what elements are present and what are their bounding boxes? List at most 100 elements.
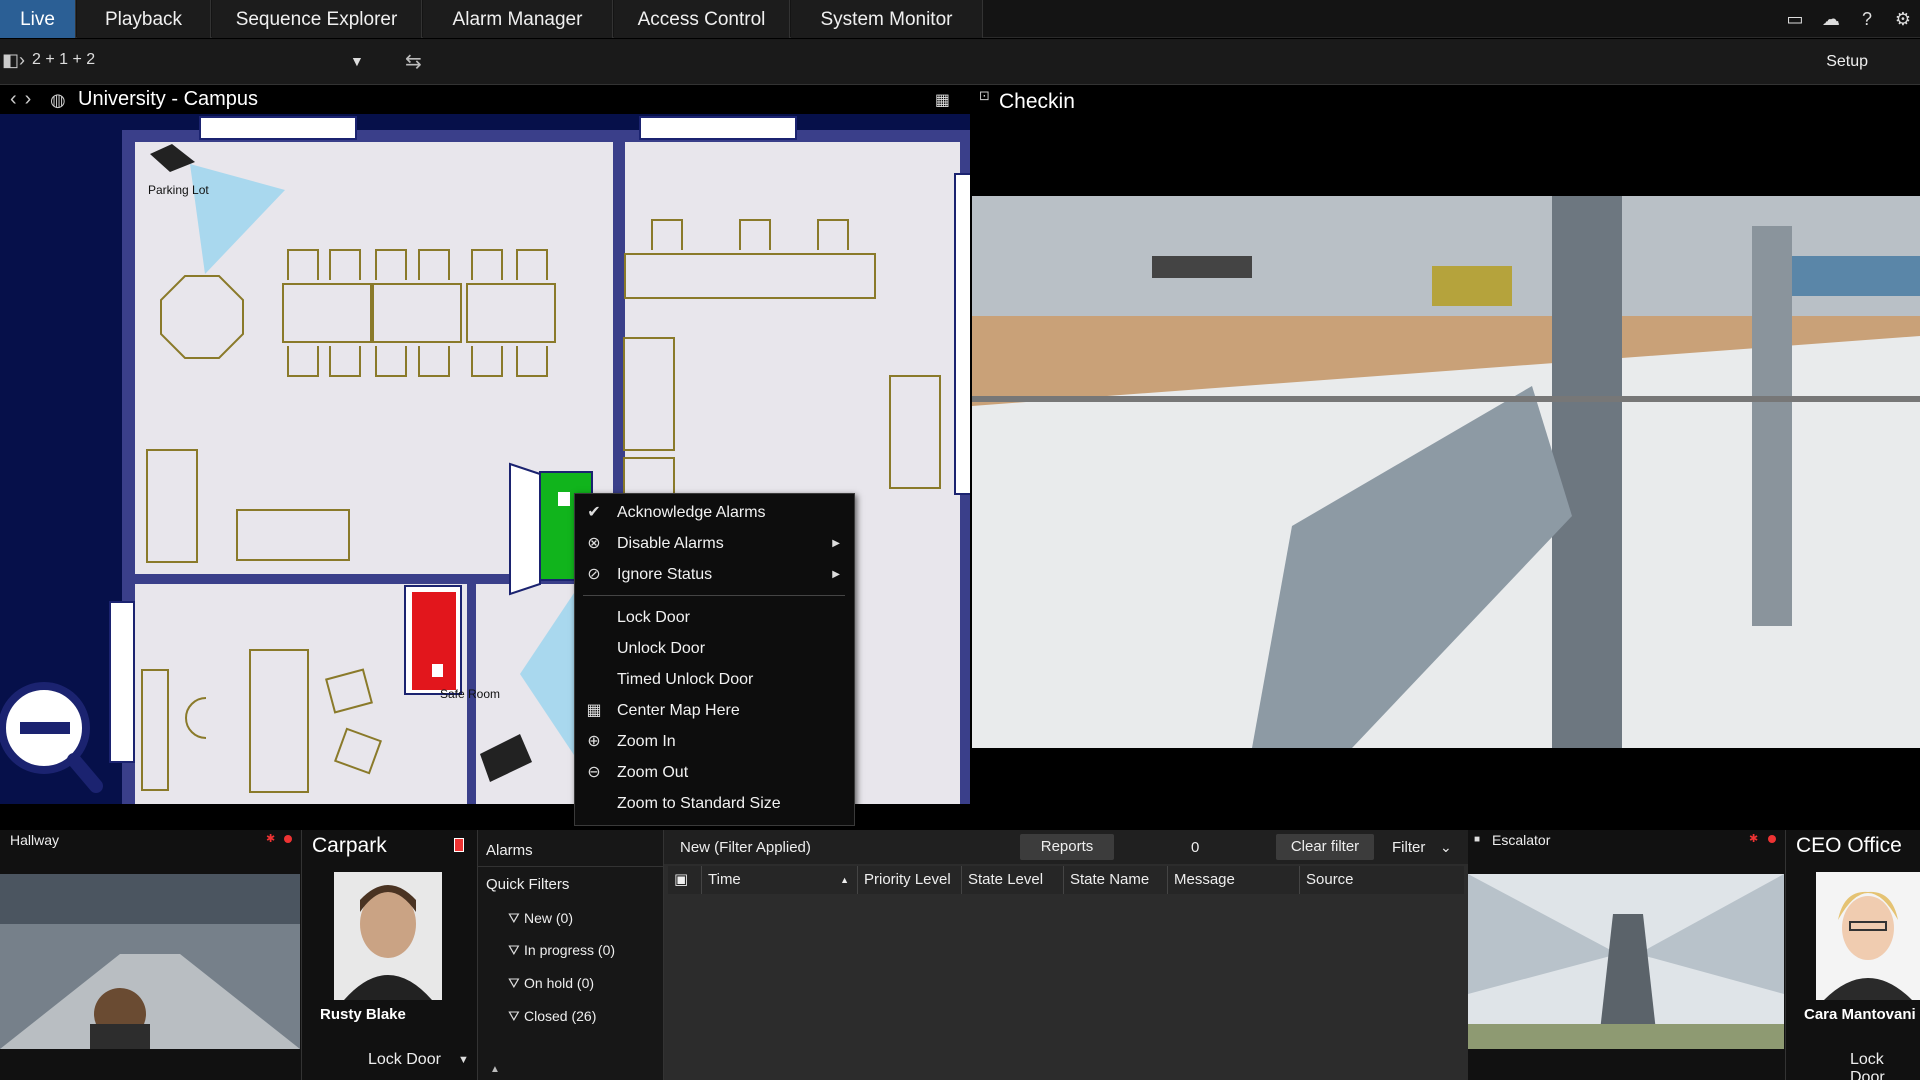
center-map-icon: ▦ xyxy=(586,702,602,719)
camera-tile-title: Hallway xyxy=(10,832,60,848)
view-toolbar: ◧› 2 + 1 + 2 ▼ ⇆ Setup xyxy=(0,39,1920,85)
window xyxy=(639,116,797,140)
expand-icon[interactable]: ⊡ xyxy=(979,88,990,104)
submenu-arrow-icon: ▶ xyxy=(832,569,840,580)
menu-item-label: Center Map Here xyxy=(617,702,740,719)
quick-filter-on-hold[interactable]: ⛛ On hold (0) xyxy=(508,975,594,992)
map-nav-arrows[interactable]: ‹› xyxy=(10,88,39,111)
column-message[interactable]: Message xyxy=(1168,866,1300,894)
quick-filter-label: New (0) xyxy=(524,910,574,926)
filter-icon: ⛛ xyxy=(508,975,520,991)
tab-live[interactable]: Live xyxy=(0,0,76,38)
column-state-name[interactable]: State Name xyxy=(1064,866,1168,894)
door-status-icon xyxy=(454,838,464,852)
gear-icon[interactable]: ⚙ xyxy=(1892,8,1914,30)
submenu-arrow-icon: ▶ xyxy=(832,538,840,549)
menu-item-label: Lock Door xyxy=(617,609,690,626)
window xyxy=(109,601,135,763)
chevron-down-icon[interactable]: ⌄ xyxy=(1440,839,1452,856)
windows-icon[interactable]: ▭ xyxy=(1784,8,1806,30)
menu-item-ignore-status[interactable]: ⊘ Ignore Status ▶ xyxy=(575,560,854,590)
menu-separator xyxy=(583,595,845,596)
menu-item-label: Zoom Out xyxy=(617,764,689,781)
filter-icon: ⛛ xyxy=(508,910,520,926)
reports-button[interactable]: Reports xyxy=(1020,834,1114,860)
help-icon[interactable]: ? xyxy=(1856,8,1878,30)
column-priority-level[interactable]: Priority Level xyxy=(858,866,962,894)
filter-icon: ⛛ xyxy=(508,942,520,958)
recording-indicator xyxy=(1768,835,1776,843)
context-menu: ✔ Acknowledge Alarms ⊗ Disable Alarms ▶ … xyxy=(574,493,855,826)
window xyxy=(954,173,970,495)
column-thumbnail-icon[interactable]: ▣ xyxy=(668,866,702,894)
camera-tile-title: Escalator xyxy=(1492,832,1551,848)
panel-toggle-icon[interactable]: ◧› xyxy=(2,50,25,71)
quick-filter-label: Closed (26) xyxy=(524,1008,597,1024)
access-tile-ceo-office[interactable]: CEO Office Cara Mantovani Lock Door xyxy=(1786,830,1920,1080)
tab-sequence-explorer[interactable]: Sequence Explorer xyxy=(212,0,422,38)
alarms-title: Alarms xyxy=(486,842,533,859)
alarm-icon: ✱ xyxy=(1749,833,1759,845)
chevron-up-icon[interactable]: ▲ xyxy=(490,1064,500,1075)
menu-item-unlock-door[interactable]: Unlock Door xyxy=(575,634,854,664)
column-time[interactable]: Time ▲ xyxy=(702,866,858,894)
quick-filter-in-progress[interactable]: ⛛ In progress (0) xyxy=(508,942,615,959)
menu-item-zoom-out[interactable]: ⊖ Zoom Out xyxy=(575,758,854,788)
map-label-safe-room: Safe Room xyxy=(440,687,500,701)
map-label-parking: Parking Lot xyxy=(148,183,209,197)
menu-item-label: Unlock Door xyxy=(617,640,706,657)
tab-playback[interactable]: Playback xyxy=(77,0,211,38)
camera-header: ⊡ Checkin xyxy=(975,86,1920,116)
sort-up-icon: ▲ xyxy=(840,875,849,885)
globe-icon[interactable]: ◍ xyxy=(50,90,66,111)
cloud-icon[interactable]: ☁ xyxy=(1820,8,1842,30)
map-header: ‹› ◍ University - Campus ▦ xyxy=(0,86,970,114)
column-source[interactable]: Source xyxy=(1300,866,1464,894)
column-state-level[interactable]: State Level xyxy=(962,866,1064,894)
map-title: University - Campus xyxy=(78,88,259,110)
camera-tile-hallway[interactable]: Hallway ✱ xyxy=(0,830,302,1080)
zoom-out-icon: ⊖ xyxy=(587,764,601,781)
setup-button[interactable]: Setup xyxy=(1826,53,1868,71)
chevron-down-icon[interactable]: ▼ xyxy=(350,53,364,69)
camera-image xyxy=(0,874,300,1049)
tab-alarm-manager[interactable]: Alarm Manager xyxy=(423,0,613,38)
swap-icon[interactable]: ⇆ xyxy=(405,49,422,74)
menu-item-label: Ignore Status xyxy=(617,566,713,583)
window xyxy=(199,116,357,140)
tab-system-monitor[interactable]: System Monitor xyxy=(791,0,983,38)
chevron-down-icon[interactable]: ▼ xyxy=(458,1054,469,1066)
tab-access-control[interactable]: Access Control xyxy=(614,0,790,38)
disable-alarm-icon: ⊗ xyxy=(587,535,601,552)
menu-item-timed-unlock-door[interactable]: Timed Unlock Door xyxy=(575,665,854,695)
quick-filters-label: Quick Filters xyxy=(486,876,570,893)
avatar xyxy=(334,872,442,1000)
menu-item-center-map[interactable]: ▦ Center Map Here xyxy=(575,696,854,726)
access-tile-carpark[interactable]: Carpark Rusty Blake Lock Door ▼ xyxy=(302,830,478,1080)
grid-icon[interactable]: ▦ xyxy=(935,90,950,110)
quick-filter-label: On hold (0) xyxy=(524,975,595,991)
alarm-icon: ✱ xyxy=(266,833,276,845)
menu-item-zoom-in[interactable]: ⊕ Zoom In xyxy=(575,727,854,757)
clear-filter-button[interactable]: Clear filter xyxy=(1276,834,1374,860)
menu-item-lock-door[interactable]: Lock Door xyxy=(575,603,854,633)
menu-item-zoom-standard[interactable]: Zoom to Standard Size xyxy=(575,789,854,819)
divider xyxy=(478,866,664,867)
filter-dropdown[interactable]: Filter xyxy=(1392,839,1425,856)
lock-door-button[interactable]: Lock Door xyxy=(368,1051,441,1069)
ban-icon: ⊘ xyxy=(587,566,601,583)
quick-filter-new[interactable]: ⛛ New (0) xyxy=(508,910,573,927)
person-name: Cara Mantovani xyxy=(1804,1006,1916,1023)
menu-item-label: Zoom to Standard Size xyxy=(617,795,781,812)
view-selector-value[interactable]: 2 + 1 + 2 xyxy=(32,51,95,69)
quick-filter-closed[interactable]: ⛛ Closed (26) xyxy=(508,1008,596,1025)
camera-feed-checkin[interactable] xyxy=(972,196,1920,748)
lock-door-button[interactable]: Lock Door xyxy=(1850,1051,1920,1080)
zoom-in-icon: ⊕ xyxy=(587,733,601,750)
camera-title: Checkin xyxy=(999,90,1075,113)
camera-tile-escalator[interactable]: ■ Escalator ✱ xyxy=(1468,830,1786,1080)
menu-item-acknowledge-alarms[interactable]: ✔ Acknowledge Alarms xyxy=(575,498,854,528)
menu-item-disable-alarms[interactable]: ⊗ Disable Alarms ▶ xyxy=(575,529,854,559)
menu-item-label: Timed Unlock Door xyxy=(617,671,754,688)
top-navigation: Live Playback Sequence Explorer Alarm Ma… xyxy=(0,0,1920,38)
